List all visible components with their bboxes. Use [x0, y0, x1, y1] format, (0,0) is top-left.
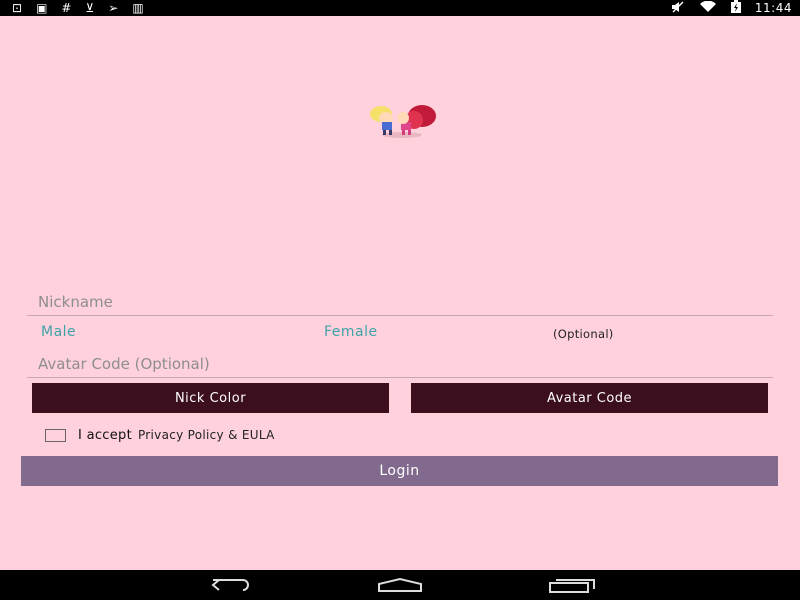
- couple-kissing-logo: [370, 105, 436, 138]
- recents-button[interactable]: [542, 574, 602, 596]
- battery-charging-icon: [730, 0, 741, 16]
- accept-label: I accept: [78, 427, 132, 443]
- recents-icon: [549, 579, 595, 593]
- gender-male-option[interactable]: Male: [41, 324, 76, 340]
- home-button[interactable]: [370, 574, 430, 596]
- hash-icon: #: [61, 1, 72, 15]
- login-screen: Male Female (Optional) Nick Color Avatar…: [0, 16, 800, 570]
- navigation-bar: [0, 570, 800, 600]
- accept-terms-row: I accept Privacy Policy & EULA: [45, 427, 275, 443]
- download-icon: ⊻: [85, 1, 95, 15]
- avatar-code-input[interactable]: [27, 352, 773, 376]
- gender-selector: Male Female (Optional): [0, 323, 800, 345]
- accept-checkbox[interactable]: [45, 428, 66, 442]
- image-icon: ▣: [36, 1, 48, 15]
- back-arrow-icon: [211, 579, 249, 591]
- gender-female-option[interactable]: Female: [324, 324, 378, 340]
- nickname-input[interactable]: [27, 290, 773, 314]
- privacy-policy-link[interactable]: Privacy Policy & EULA: [138, 428, 275, 442]
- nick-color-button[interactable]: Nick Color: [32, 383, 389, 413]
- clock: 11:44: [754, 1, 792, 15]
- send-icon: ➢: [108, 1, 119, 15]
- avatar-code-field: [27, 352, 773, 378]
- gamepad-icon: ⊡: [12, 1, 23, 15]
- mute-icon: [671, 1, 685, 16]
- wifi-icon: [699, 0, 717, 16]
- gender-optional-label: (Optional): [553, 327, 614, 341]
- back-button[interactable]: [200, 574, 260, 596]
- nickname-field: [27, 290, 773, 316]
- status-bar: ⊡ ▣ # ⊻ ➢ ▥ 11:44: [0, 0, 800, 16]
- status-bar-system: 11:44: [671, 0, 792, 16]
- home-icon: [378, 577, 422, 592]
- login-button[interactable]: Login: [21, 456, 778, 486]
- status-bar-notifications: ⊡ ▣ # ⊻ ➢ ▥: [12, 1, 144, 15]
- barcode-icon: ▥: [132, 1, 144, 15]
- avatar-code-button[interactable]: Avatar Code: [411, 383, 768, 413]
